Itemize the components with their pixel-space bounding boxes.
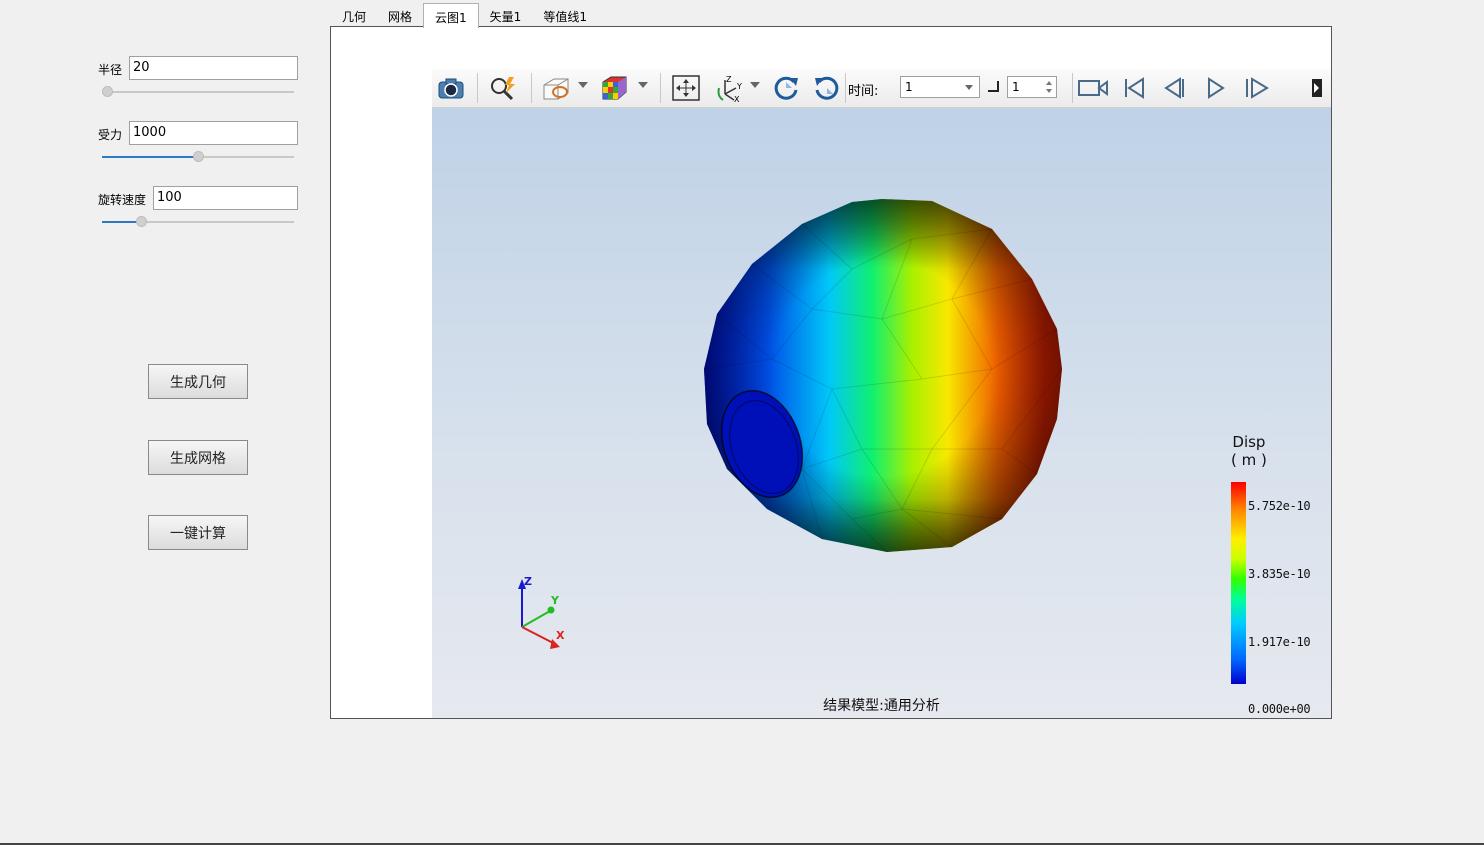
camera-icon[interactable] bbox=[435, 73, 467, 103]
next-frame-icon[interactable] bbox=[1241, 73, 1273, 103]
record-icon[interactable] bbox=[1077, 73, 1109, 103]
step-spinbox[interactable]: 1 bbox=[1007, 76, 1057, 98]
force-label: 受力 bbox=[98, 128, 123, 142]
legend-title-name: Disp bbox=[1232, 433, 1266, 451]
axis-y-label: Y bbox=[550, 594, 560, 607]
legend-title: Disp ( m ) bbox=[1231, 433, 1267, 469]
fit-view-icon[interactable] bbox=[670, 73, 702, 103]
tab-contour-1[interactable]: 云图1 bbox=[423, 3, 479, 28]
force-slider[interactable] bbox=[102, 151, 294, 163]
time-select-value: 1 bbox=[905, 80, 913, 94]
legend-tick-max: 5.752e-10 bbox=[1248, 499, 1311, 513]
deformed-sphere bbox=[703, 199, 1063, 553]
radius-label: 半径 bbox=[98, 63, 123, 77]
svg-text:Z: Z bbox=[726, 75, 732, 84]
generate-geometry-button[interactable]: 生成几何 bbox=[148, 364, 248, 399]
tab-isoline-1[interactable]: 等值线1 bbox=[532, 3, 598, 27]
svg-text:X: X bbox=[734, 95, 740, 102]
tab-vector-1[interactable]: 矢量1 bbox=[478, 3, 533, 27]
rotation-speed-slider[interactable] bbox=[102, 216, 294, 228]
first-frame-icon[interactable] bbox=[1118, 73, 1150, 103]
step-toggle[interactable] bbox=[988, 81, 999, 92]
result-tabs: 几何 网格 云图1 矢量1 等值线1 bbox=[331, 3, 598, 28]
rotate-ccw-icon[interactable] bbox=[811, 73, 843, 103]
tab-mesh[interactable]: 网格 bbox=[377, 3, 424, 27]
legend-title-unit: ( m ) bbox=[1231, 451, 1267, 469]
colormap-dropdown[interactable] bbox=[638, 82, 648, 88]
clip-icon[interactable] bbox=[540, 73, 572, 103]
rotate-cw-icon[interactable] bbox=[770, 73, 802, 103]
axes-orient-icon[interactable]: ZYX bbox=[715, 73, 747, 103]
one-click-compute-button[interactable]: 一键计算 bbox=[148, 515, 248, 550]
prev-frame-icon[interactable] bbox=[1159, 73, 1191, 103]
axis-z-label: Z bbox=[524, 575, 532, 588]
slider-thumb[interactable] bbox=[192, 151, 204, 162]
toolbar-overflow-icon[interactable] bbox=[1304, 73, 1328, 103]
colormap-cube-icon[interactable] bbox=[598, 73, 630, 103]
spin-up-icon[interactable] bbox=[1046, 81, 1052, 85]
slider-thumb[interactable] bbox=[136, 216, 148, 227]
result-model-label: 结果模型:通用分析 bbox=[823, 698, 940, 714]
legend-tick: 1.917e-10 bbox=[1248, 635, 1311, 649]
viewer-toolbar: ZYX 时间: 1 1 bbox=[432, 69, 1331, 108]
rotation-speed-input[interactable]: 100 bbox=[153, 186, 298, 210]
spin-down-icon[interactable] bbox=[1046, 89, 1052, 93]
axis-x-label: X bbox=[556, 629, 565, 642]
radius-slider[interactable] bbox=[102, 86, 294, 98]
chevron-down-icon bbox=[965, 85, 973, 90]
radius-input[interactable]: 20 bbox=[129, 56, 298, 80]
generate-mesh-button[interactable]: 生成网格 bbox=[148, 440, 248, 475]
force-input[interactable]: 1000 bbox=[129, 121, 298, 145]
color-legend-bar bbox=[1231, 482, 1246, 684]
play-icon[interactable] bbox=[1200, 73, 1232, 103]
probe-icon[interactable] bbox=[487, 73, 519, 103]
clip-dropdown[interactable] bbox=[578, 82, 588, 88]
sphere-render: Z Y X bbox=[518, 199, 1063, 649]
time-label: 时间: bbox=[848, 84, 879, 99]
orient-dropdown[interactable] bbox=[750, 82, 760, 88]
step-spinbox-value: 1 bbox=[1012, 80, 1020, 94]
result-frame: Z Y X Disp ( m ) 5.752e-10 3.835e-10 1.9… bbox=[330, 26, 1332, 719]
axes-triad: Z Y X bbox=[518, 575, 565, 649]
rotation-speed-label: 旋转速度 bbox=[98, 193, 147, 207]
time-select[interactable]: 1 bbox=[900, 76, 980, 98]
3d-viewport[interactable]: Z Y X Disp ( m ) 5.752e-10 3.835e-10 1.9… bbox=[432, 69, 1331, 718]
legend-tick: 3.835e-10 bbox=[1248, 567, 1311, 581]
svg-text:Y: Y bbox=[736, 82, 742, 91]
tab-geometry[interactable]: 几何 bbox=[331, 3, 378, 27]
slider-thumb[interactable] bbox=[102, 86, 113, 97]
